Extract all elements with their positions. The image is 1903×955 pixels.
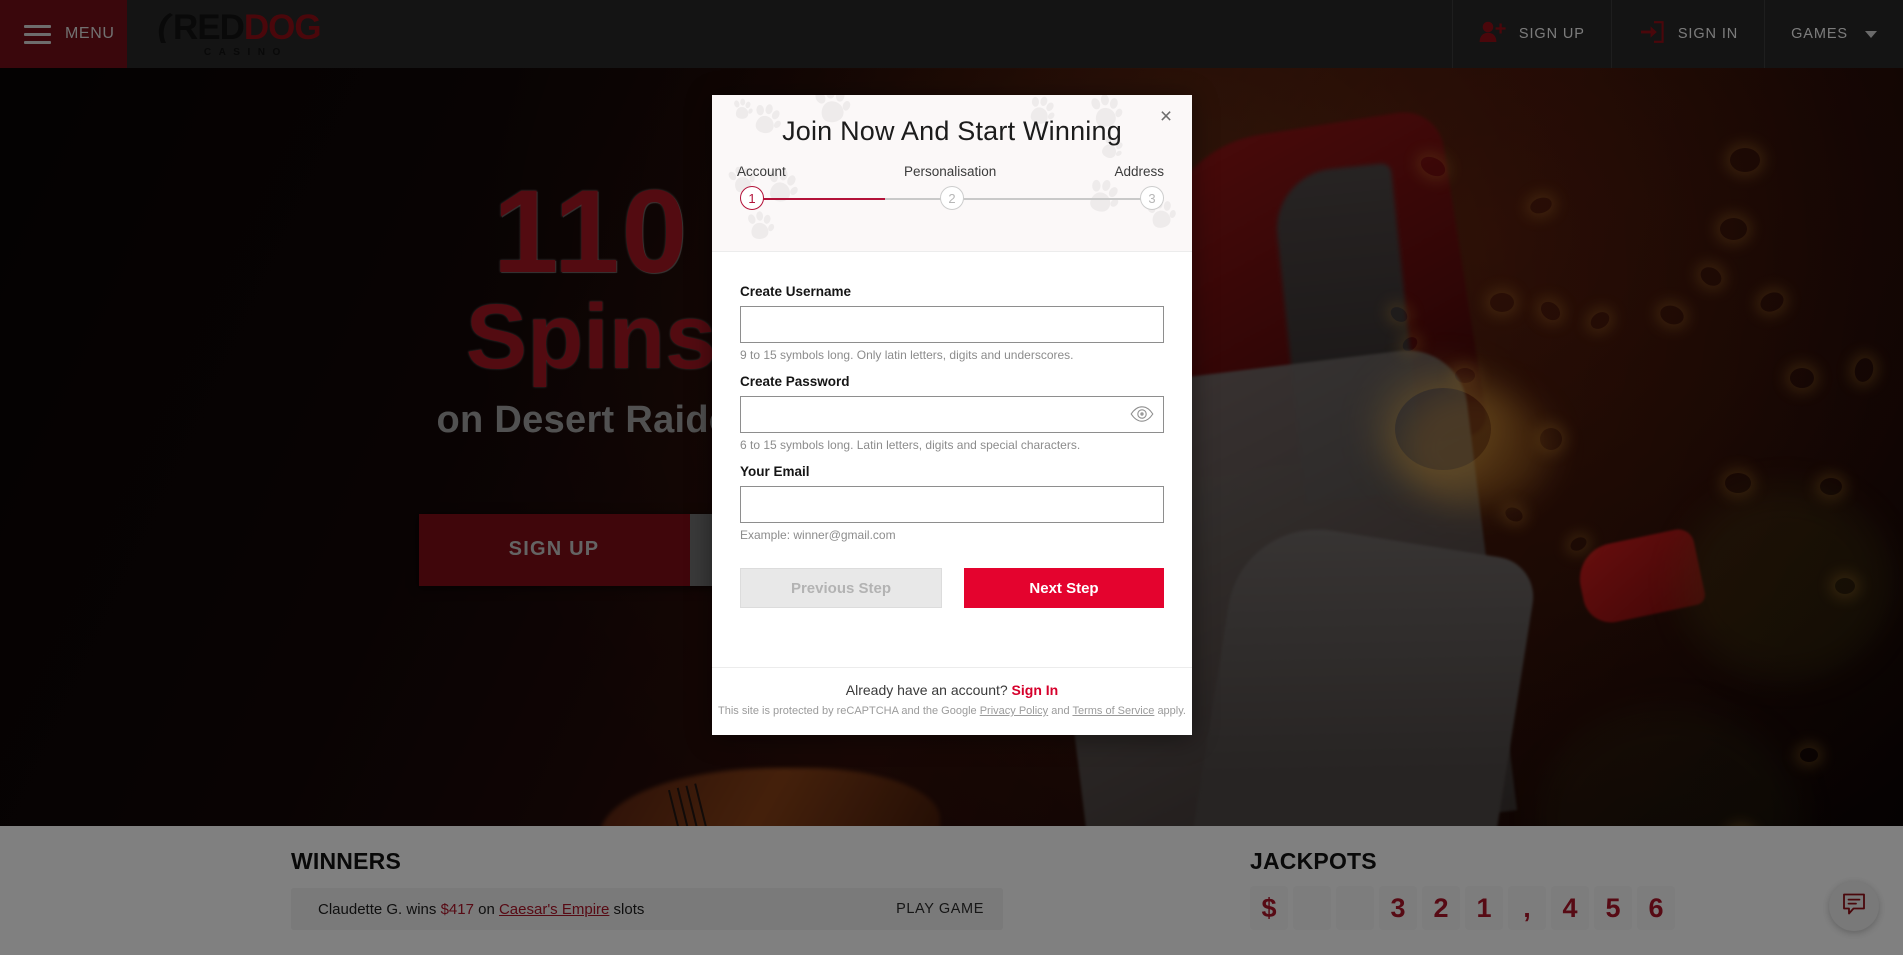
password-input[interactable] [740,396,1164,433]
recaptcha-notice: This site is protected by reCAPTCHA and … [712,705,1192,717]
previous-step-button[interactable]: Previous Step [740,568,942,608]
username-input[interactable] [740,306,1164,343]
toggle-password-visibility-icon[interactable] [1129,404,1155,424]
recaptcha-text-mid: and [1051,705,1070,717]
terms-of-service-link[interactable]: Terms of Service [1072,705,1154,717]
email-hint: Example: winner@gmail.com [740,528,896,542]
step-dot-3[interactable]: 3 [1140,186,1164,210]
existing-account-text: Already have an account? [845,682,1008,698]
modal-footer: Already have an account? Sign In This si… [712,667,1192,735]
email-input[interactable] [740,486,1164,523]
modal-header: × Join Now And Start Winning Account Per… [712,95,1192,252]
password-label: Create Password [740,374,850,389]
password-field-group: Create Password 6 to 15 symbols long. La… [740,374,1164,452]
step-indicator: Account Personalisation Address 1 2 3 [712,164,1192,212]
email-field-group: Your Email Example: winner@gmail.com [740,464,1164,542]
username-field-group: Create Username 9 to 15 symbols long. On… [740,284,1164,362]
username-label: Create Username [740,284,852,299]
existing-account-prompt: Already have an account? Sign In [712,682,1192,698]
modal-body: Create Username 9 to 15 symbols long. On… [712,252,1192,667]
modal-button-row: Previous Step Next Step [740,568,1164,608]
step-dot-2[interactable]: 2 [940,186,964,210]
footer-signin-link[interactable]: Sign In [1012,682,1059,698]
step-label-address: Address [1114,164,1164,179]
recaptcha-text-post: apply. [1157,705,1186,717]
email-label: Your Email [740,464,810,479]
close-icon[interactable]: × [1153,103,1179,129]
step-dot-1[interactable]: 1 [740,186,764,210]
privacy-policy-link[interactable]: Privacy Policy [980,705,1048,717]
step-line-active [752,198,885,200]
username-hint: 9 to 15 symbols long. Only latin letters… [740,348,1074,362]
recaptcha-text-pre: This site is protected by reCAPTCHA and … [718,705,977,717]
password-hint: 6 to 15 symbols long. Latin letters, dig… [740,438,1081,452]
signup-modal: × Join Now And Start Winning Account Per… [712,95,1192,735]
step-bar: 1 2 3 [740,186,1164,212]
next-step-button[interactable]: Next Step [964,568,1164,608]
step-labels: Account Personalisation Address [737,164,1164,179]
step-label-account: Account [737,164,786,179]
modal-title: Join Now And Start Winning [782,116,1122,146]
step-label-personalisation: Personalisation [903,164,997,179]
